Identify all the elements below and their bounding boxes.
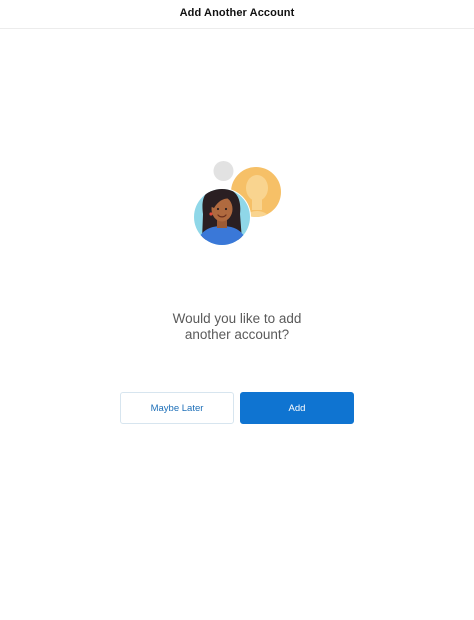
prompt-line-2: another account? [184, 326, 290, 342]
navigation-bar: Add Another Account [0, 0, 474, 29]
maybe-later-button[interactable]: Maybe Later [120, 392, 234, 424]
add-button[interactable]: Add [240, 392, 354, 424]
add-label: Add [288, 402, 306, 414]
maybe-later-label: Maybe Later [150, 402, 204, 414]
accounts-illustration-icon [188, 156, 288, 251]
add-account-prompt: Would you like to add another account? [120, 311, 354, 342]
prompt-line-1: Would you like to add [172, 311, 302, 326]
page-title: Add Another Account [179, 7, 295, 19]
